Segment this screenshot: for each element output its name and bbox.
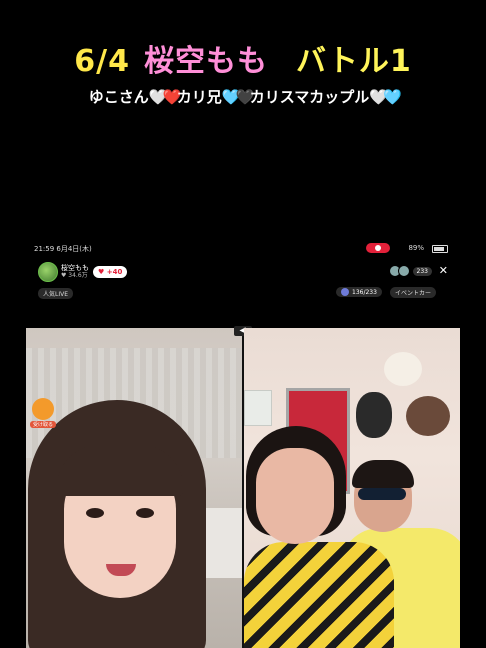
viewer-count: 233 — [412, 266, 432, 276]
host-text: 桜空もも ♥ 34.6万 — [61, 264, 89, 280]
wall-decor-black — [356, 392, 392, 438]
blue-heart-icon-2: 🩵 — [383, 88, 402, 106]
viewer-avatar — [397, 265, 410, 277]
wall-poster — [244, 390, 272, 426]
man-sunglasses — [358, 488, 406, 500]
status-bar: 21:59 6月4日(木) 89% — [34, 242, 452, 256]
left-video-panel[interactable]: 受け取る — [26, 328, 242, 648]
red-heart-icon: ❤️ — [162, 88, 182, 106]
blue-heart-icon: 🩵 — [221, 88, 241, 106]
host-info[interactable]: 桜空もも ♥ 34.6万 ♥ +40 — [38, 262, 128, 282]
video-subtitle: ゆこさん🤍❤️カリ兄🩵🖤カリスマカップル🤍🩵 — [0, 86, 486, 107]
subtitle-part-3: カリスマカップル — [249, 88, 370, 106]
popular-live-label: 人気LIVE — [43, 291, 69, 298]
subtitle-part-1: ゆこさん — [88, 88, 149, 106]
event-card-label: イベントカー — [395, 290, 432, 297]
subtitle-part-2: カリ兄 — [176, 88, 222, 106]
video-title: 6/4 桜空もも バトル1 — [0, 36, 486, 80]
white-heart-icon: 🤍 — [148, 88, 168, 106]
wall-decor-brown — [406, 396, 450, 436]
right-video-panel[interactable] — [244, 328, 460, 648]
like-count: +40 — [106, 268, 123, 276]
event-card-pill[interactable]: イベントカー — [390, 287, 437, 298]
rank-icon — [341, 288, 349, 296]
status-time: 21:59 6月4日(木) — [34, 245, 92, 253]
host-followers: ♥ 34.6万 — [61, 272, 88, 279]
close-icon[interactable]: ✕ — [439, 264, 448, 277]
title-streamer: 桜空もも — [143, 44, 268, 79]
chihuahua-figure — [384, 352, 422, 386]
popular-live-tag[interactable]: 人気LIVE — [38, 288, 74, 299]
title-date: 6/4 — [74, 44, 130, 79]
man-hair — [352, 460, 414, 488]
black-heart-icon: 🖤 — [235, 88, 255, 106]
rank-value: 136/233 — [352, 288, 377, 296]
title-event: バトル1 — [295, 44, 412, 79]
streamer-bangs — [56, 444, 184, 496]
viewer-avatars[interactable]: 233 — [388, 265, 432, 277]
battery-percent: 89% — [408, 244, 424, 252]
white-heart-icon-2: 🤍 — [369, 88, 388, 106]
embedded-live-screen: 21:59 6月4日(木) 89% 桜空もも ♥ 34.6万 ♥ +40 233… — [26, 238, 460, 648]
record-icon — [366, 243, 390, 253]
gift-icon — [32, 398, 54, 420]
battery-icon — [432, 245, 448, 253]
host-name: 桜空もも — [61, 264, 89, 272]
streamer-eye-left — [86, 508, 104, 518]
gift-badge-label: 受け取る — [30, 421, 56, 428]
streamer-eye-right — [136, 508, 154, 518]
like-button[interactable]: ♥ +40 — [93, 266, 128, 278]
gift-badge[interactable]: 受け取る — [30, 398, 56, 434]
woman-body — [244, 542, 394, 648]
woman-face — [256, 448, 334, 544]
host-avatar[interactable] — [38, 262, 58, 282]
rank-pill[interactable]: 136/233 — [336, 287, 382, 297]
